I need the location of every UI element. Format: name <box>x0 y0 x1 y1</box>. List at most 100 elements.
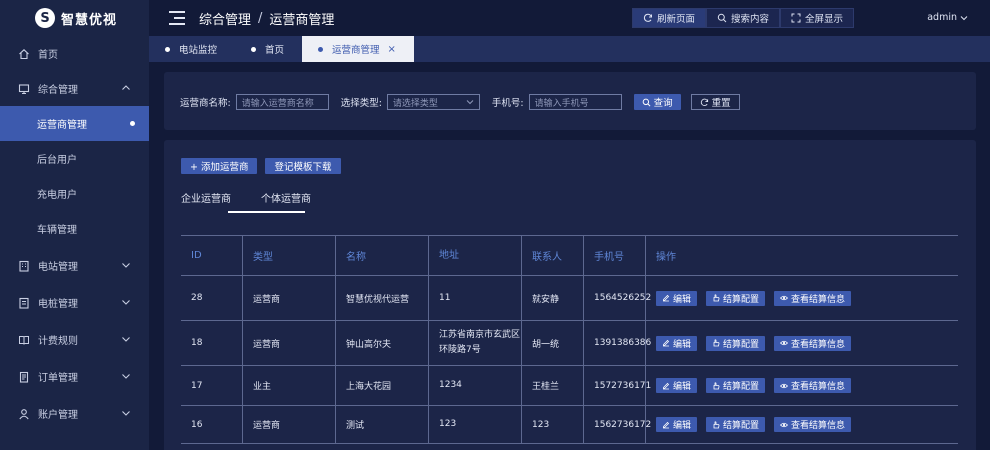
query-label: 查询 <box>653 98 673 109</box>
settlement-config-button[interactable]: 结算配置 <box>706 290 766 306</box>
add-operator-button[interactable]: + 添加运营商 <box>181 158 258 174</box>
operator-name-placeholder: 请输入运营商名称 <box>241 98 314 109</box>
chevron-down-icon <box>466 100 474 105</box>
chevron-down-icon <box>121 260 131 270</box>
tab-dot <box>251 46 257 52</box>
refresh-page-label: 刷新页面 <box>657 14 696 25</box>
sidebar-item-label: 综合管理 <box>38 85 78 96</box>
phone-input[interactable]: 请输入手机号 <box>528 94 622 110</box>
cell-id: 28 <box>181 276 243 320</box>
logo[interactable]: S 智慧优视 <box>0 0 149 36</box>
operator-name-input[interactable]: 请输入运营商名称 <box>235 94 329 110</box>
tab-individual-operator[interactable]: 个体运营商 <box>261 190 311 211</box>
cell-phone: 1391386386 <box>584 321 651 365</box>
menu-toggle-icon[interactable] <box>169 11 185 25</box>
view-settlement-button[interactable]: 查看结算信息 <box>774 417 852 432</box>
sidebar-item-vehicle-management[interactable]: 车辆管理 <box>0 211 149 246</box>
active-tab-indicator <box>228 211 305 213</box>
sidebar-item-account-management[interactable]: 账户管理 <box>0 396 149 431</box>
view-settlement-button[interactable]: 查看结算信息 <box>774 378 852 393</box>
settlement-config-button[interactable]: 结算配置 <box>706 335 766 351</box>
type-select[interactable]: 请选择类型 <box>386 94 480 110</box>
close-icon[interactable]: × <box>388 44 396 55</box>
book-icon <box>18 334 30 346</box>
sidebar-item-label: 首页 <box>38 50 58 61</box>
cell-operations: 编辑 结算配置 查看结算信息 <box>646 276 958 320</box>
cell-type: 运营商 <box>243 276 336 320</box>
sidebar-item-home[interactable]: 首页 <box>0 36 149 71</box>
home-icon <box>18 48 30 60</box>
breadcrumb: 综合管理 / 运营商管理 <box>199 9 334 28</box>
tab-operator-management[interactable]: 运营商管理 × <box>302 36 414 62</box>
tab-dot <box>165 46 170 52</box>
sidebar-item-billing-rules[interactable]: 计费规则 <box>0 322 149 357</box>
edit-button[interactable]: 编辑 <box>656 417 698 432</box>
sidebar-item-label: 车辆管理 <box>37 225 77 236</box>
tab-label: 首页 <box>265 45 285 56</box>
breadcrumb-item[interactable]: 综合管理 <box>199 9 251 28</box>
cell-name: 上海大花园 <box>336 366 429 405</box>
query-button[interactable]: 查询 <box>633 94 681 110</box>
sidebar-item-charger-management[interactable]: 电桩管理 <box>0 285 149 320</box>
edit-button[interactable]: 编辑 <box>656 290 698 306</box>
reset-button[interactable]: 重置 <box>690 94 740 110</box>
view-settlement-button[interactable]: 查看结算信息 <box>774 290 852 306</box>
cell-contact: 123 <box>522 406 584 443</box>
sidebar-item-general[interactable]: 综合管理 <box>0 71 149 106</box>
fullscreen-icon <box>791 13 801 23</box>
refresh-icon <box>643 13 652 22</box>
column-header: 操作 <box>656 252 676 263</box>
edit-button[interactable]: 编辑 <box>656 335 698 351</box>
sidebar-item-label: 运营商管理 <box>37 120 87 131</box>
app-name: 智慧优视 <box>61 12 118 28</box>
tab-station-monitor[interactable]: 电站监控 <box>149 36 235 62</box>
tab-enterprise-operator[interactable]: 企业运营商 <box>181 190 231 211</box>
monitor-icon <box>18 83 30 95</box>
cell-name: 智慧优视代运营 <box>336 276 429 320</box>
cell-id: 18 <box>181 321 243 365</box>
breadcrumb-separator: / <box>258 10 263 26</box>
edit-label: 编辑 <box>673 339 692 350</box>
sidebar-item-station-management[interactable]: 电站管理 <box>0 248 149 283</box>
user-icon <box>18 408 30 420</box>
view-settlement-button[interactable]: 查看结算信息 <box>774 335 852 351</box>
settlement-config-label: 结算配置 <box>723 294 760 305</box>
user-menu[interactable]: admin <box>927 12 968 23</box>
fullscreen-button[interactable]: 全屏显示 <box>780 8 855 28</box>
edit-icon <box>663 339 670 347</box>
sidebar-item-operator-management[interactable]: 运营商管理 <box>0 106 149 141</box>
refresh-page-button[interactable]: 刷新页面 <box>632 8 707 28</box>
sidebar-item-order-management[interactable]: 订单管理 <box>0 359 149 394</box>
operator-list-panel: + 添加运营商 登记模板下载 企业运营商 个体运营商 ID 类型 名称 地址 联… <box>164 140 976 450</box>
eye-icon <box>780 295 789 301</box>
chevron-down-icon <box>121 334 131 344</box>
search-content-button[interactable]: 搜索内容 <box>706 8 781 28</box>
cell-operations: 编辑 结算配置 查看结算信息 <box>646 406 958 443</box>
cell-id: 17 <box>181 366 243 405</box>
cell-name: 测试 <box>336 406 429 443</box>
column-header: 地址 <box>429 236 522 275</box>
table-row: 28 运营商 智慧优视代运营 11 就安静 1564526252 编辑 结算配置… <box>181 276 958 321</box>
column-header: 手机号 <box>584 236 646 275</box>
phone-placeholder: 请输入手机号 <box>534 98 589 109</box>
sidebar-item-label: 订单管理 <box>38 373 78 384</box>
cell-operations: 编辑 结算配置 查看结算信息 <box>646 366 958 405</box>
edit-button[interactable]: 编辑 <box>656 378 698 393</box>
table-header: ID 类型 名称 地址 联系人 手机号 操作 <box>181 236 958 276</box>
tab-home[interactable]: 首页 <box>235 36 302 62</box>
edit-icon <box>663 294 670 302</box>
document-icon <box>18 371 30 383</box>
sidebar-item-charging-users[interactable]: 充电用户 <box>0 176 149 211</box>
cell-type: 运营商 <box>243 406 336 443</box>
search-icon <box>717 13 727 23</box>
hand-icon <box>713 339 720 347</box>
settlement-config-button[interactable]: 结算配置 <box>706 378 766 393</box>
column-header: ID <box>181 236 243 275</box>
hand-icon <box>713 294 720 302</box>
settlement-config-button[interactable]: 结算配置 <box>706 417 766 432</box>
operator-name-label: 运营商名称: <box>180 98 231 109</box>
sidebar-item-backend-users[interactable]: 后台用户 <box>0 141 149 176</box>
download-template-button[interactable]: 登记模板下载 <box>265 158 341 174</box>
eye-icon <box>780 340 789 346</box>
cell-id: 16 <box>181 406 243 443</box>
